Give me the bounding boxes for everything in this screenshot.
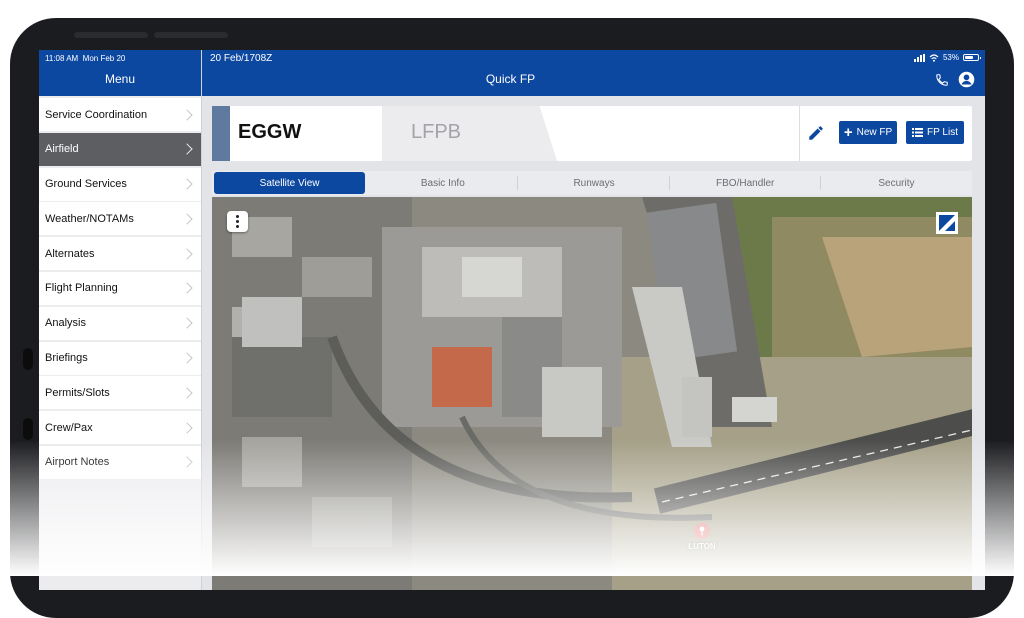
menu-item-label: Flight Planning — [45, 282, 118, 295]
airfield-tabs: Satellite View Basic Info Runways FBO/Ha… — [212, 171, 972, 195]
destination-code[interactable]: LFPB — [411, 121, 461, 144]
menu-item-label: Analysis — [45, 317, 86, 330]
menu-item-weather-notams[interactable]: Weather/NOTAMs — [39, 202, 201, 236]
tab-satellite-view[interactable]: Satellite View — [214, 172, 366, 194]
header-datetime: 20 Feb/1708Z — [210, 53, 273, 64]
map-pin-icon[interactable] — [694, 523, 710, 539]
menu-item-label: Permits/Slots — [45, 386, 110, 399]
user-icon[interactable] — [958, 71, 975, 88]
menu-item-label: Airport Notes — [45, 456, 110, 469]
fp-list-button[interactable]: FP List — [906, 121, 964, 144]
more-vertical-icon[interactable] — [227, 211, 248, 232]
menu-item-label: Alternates — [45, 247, 95, 260]
menu-title: Menu — [104, 72, 136, 86]
chevron-right-icon — [181, 456, 193, 469]
chevron-right-icon — [181, 108, 193, 121]
menu-item-label: Airfield — [45, 143, 79, 156]
menu-item-service-coordination[interactable]: Service Coordination — [39, 98, 201, 131]
chevron-right-icon — [181, 143, 193, 155]
map-marker-label: LUTON — [688, 542, 716, 551]
power-button — [154, 32, 228, 38]
app-screen: 11:08 AM Mon Feb 20 Menu Service Coordin… — [39, 50, 985, 590]
phone-icon[interactable] — [935, 73, 949, 87]
menu-item-permits-slots[interactable]: Permits/Slots — [39, 376, 201, 410]
card-accent-stripe — [212, 106, 230, 161]
satellite-imagery — [212, 197, 972, 590]
menu-list: Service Coordination Airfield Ground Ser… — [39, 98, 201, 481]
chevron-right-icon — [181, 352, 193, 364]
chevron-right-icon — [181, 422, 193, 434]
tab-basic-info[interactable]: Basic Info — [367, 171, 519, 195]
menu-item-analysis[interactable]: Analysis — [39, 306, 201, 340]
new-fp-button[interactable]: + New FP — [839, 121, 897, 144]
signal-icon — [913, 53, 925, 62]
plus-icon: + — [843, 123, 853, 141]
list-icon — [912, 128, 924, 137]
new-fp-label: New FP — [856, 127, 893, 138]
card-separator — [799, 106, 800, 161]
menu-item-label: Service Coordination — [45, 108, 148, 121]
menu-item-crew-pax[interactable]: Crew/Pax — [39, 411, 201, 445]
status-date: Mon Feb 20 — [82, 54, 126, 63]
page-title: Quick FP — [485, 72, 536, 86]
wifi-icon — [929, 53, 939, 62]
chevron-right-icon — [181, 213, 193, 225]
chevron-right-icon — [181, 387, 193, 399]
system-status: 53% — [913, 53, 981, 62]
menu-header: 11:08 AM Mon Feb 20 Menu — [39, 50, 201, 96]
menu-item-ground-services[interactable]: Ground Services — [39, 167, 201, 201]
menu-pane: 11:08 AM Mon Feb 20 Menu Service Coordin… — [39, 50, 201, 590]
tab-runways[interactable]: Runways — [518, 171, 670, 195]
menu-item-label: Ground Services — [45, 178, 127, 191]
status-time: 11:08 AM — [45, 54, 79, 63]
menu-item-label: Crew/Pax — [45, 421, 93, 434]
menu-item-alternates[interactable]: Alternates — [39, 237, 201, 271]
departure-code[interactable]: EGGW — [238, 121, 301, 144]
pencil-icon[interactable] — [807, 124, 825, 142]
map-logo-icon[interactable] — [936, 212, 958, 234]
volume-button — [74, 32, 148, 38]
route-card: EGGW LFPB + New FP FP List — [212, 106, 972, 161]
chevron-right-icon — [181, 248, 193, 260]
menu-item-briefings[interactable]: Briefings — [39, 341, 201, 375]
chevron-right-icon — [181, 317, 193, 329]
pane-divider — [201, 50, 202, 590]
side-camera — [23, 348, 33, 370]
airport-marker-icon — [699, 526, 705, 536]
chevron-right-icon — [181, 178, 193, 190]
satellite-map[interactable]: LUTON — [212, 197, 972, 590]
menu-item-airfield[interactable]: Airfield — [39, 132, 201, 166]
tab-fbo-handler[interactable]: FBO/Handler — [670, 171, 822, 195]
status-time-date: 11:08 AM Mon Feb 20 — [45, 54, 125, 63]
detail-header: 20 Feb/1708Z Quick FP 53% — [202, 50, 985, 96]
menu-item-airport-notes[interactable]: Airport Notes — [39, 445, 201, 479]
menu-item-label: Briefings — [45, 352, 88, 365]
side-sensor — [23, 418, 33, 440]
battery-icon — [963, 54, 981, 61]
menu-item-flight-planning[interactable]: Flight Planning — [39, 271, 201, 305]
chevron-right-icon — [181, 282, 193, 295]
destination-tab-bg[interactable] — [382, 106, 557, 161]
tab-security[interactable]: Security — [821, 171, 972, 195]
menu-item-label: Weather/NOTAMs — [45, 212, 134, 225]
fp-list-label: FP List — [927, 127, 958, 138]
battery-percent: 53% — [942, 53, 959, 62]
